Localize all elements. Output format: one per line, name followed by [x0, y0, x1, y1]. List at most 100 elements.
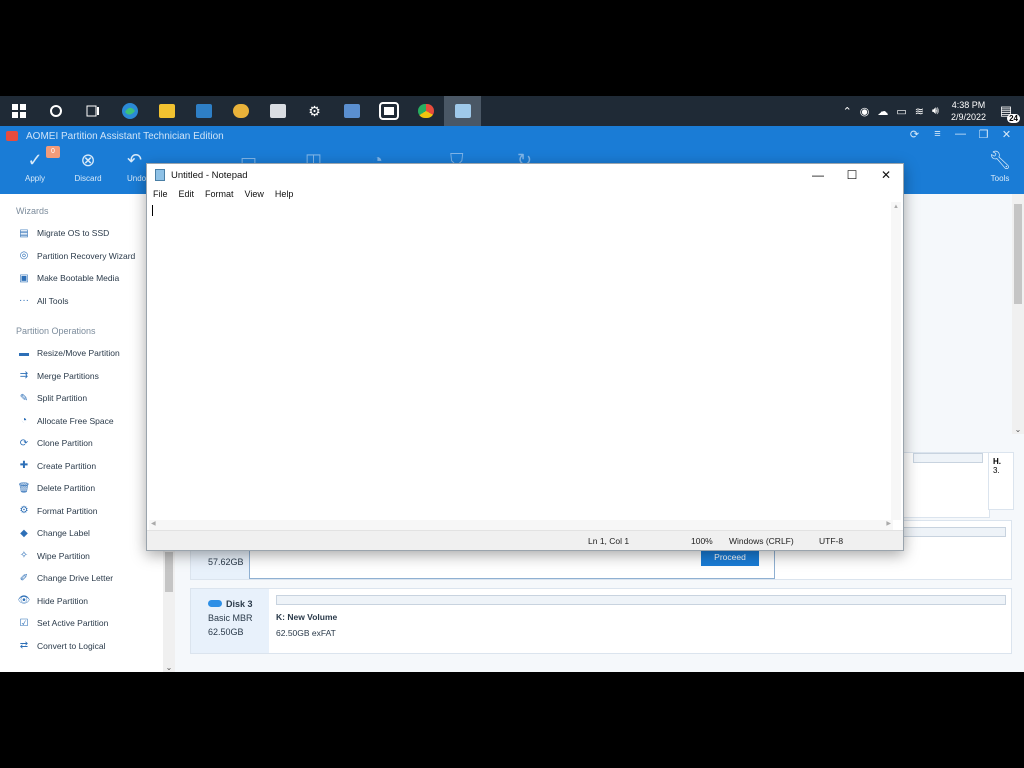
settings-gear-icon[interactable]: ⚙	[296, 96, 333, 126]
scrollbar-thumb[interactable]	[165, 552, 173, 592]
wifi-icon[interactable]: ≋	[915, 105, 924, 118]
sidebar-item-label: Migrate OS to SSD	[37, 228, 110, 239]
sidebar-item-label: Format Partition	[37, 505, 98, 516]
status-zoom: 100%	[691, 536, 713, 546]
menu-format[interactable]: Format	[205, 189, 234, 199]
chevron-down-icon[interactable]: ⌄	[1012, 425, 1024, 434]
tools-icon: 🔧︎	[988, 150, 1012, 170]
sidebar-item-label: Make Bootable Media	[37, 273, 120, 284]
disk-3-info: Disk 3 Basic MBR 62.50GB	[191, 589, 269, 653]
sidebar-item-label: Delete Partition	[37, 483, 96, 494]
menu-edit[interactable]: Edit	[179, 189, 195, 199]
hide-icon: 👁︎	[17, 595, 31, 607]
system-tray: ⌃ ◉ ☁ ▭ ≋ 🔊︎ 4:38 PM 2/9/2022 ▤ 24	[839, 96, 1024, 126]
clock-time: 4:38 PM	[951, 100, 986, 110]
text-caret	[152, 205, 153, 216]
status-encoding: UTF-8	[819, 536, 844, 546]
windows-start-icon[interactable]	[0, 96, 37, 126]
printer-icon[interactable]	[259, 96, 296, 126]
scroll-up-icon[interactable]: ▲	[891, 204, 901, 210]
apply-label: Apply	[24, 174, 45, 183]
scroll-left-icon[interactable]: ◀	[151, 520, 156, 527]
sidebar-item-set-active[interactable]: ☑ Set Active Partition	[0, 612, 174, 635]
undo-button[interactable]: ↶ Undo	[115, 146, 147, 183]
notepad-horizontal-scrollbar[interactable]: ◀ ▶	[149, 520, 893, 530]
proceed-button[interactable]: Proceed	[701, 549, 759, 566]
chrome-icon[interactable]	[407, 96, 444, 126]
aomei-logo-icon	[6, 131, 18, 141]
status-position: Ln 1, Col 1	[588, 536, 630, 546]
clock-date: 2/9/2022	[950, 112, 986, 122]
minimize-icon[interactable]: —	[801, 164, 835, 186]
app-icon[interactable]	[333, 96, 370, 126]
pending-badge: 0	[46, 146, 60, 158]
disk-3-row[interactable]: Disk 3 Basic MBR 62.50GB K: New Volume 6…	[190, 588, 1012, 654]
restore-icon[interactable]: ❐	[972, 128, 995, 141]
sidebar-item-label: Set Active Partition	[37, 618, 109, 629]
side-disk-card[interactable]: H. 3.	[988, 452, 1014, 510]
sidebar-item-label: Change Label	[37, 528, 90, 539]
desktop-screen: ⚙ ⌃ ◉ ☁ ▭ ≋ 🔊︎ 4:38 PM 2/9/2022 ▤ 24 AOME…	[0, 96, 1024, 672]
notepad-title: Untitled - Notepad	[171, 169, 248, 181]
clock[interactable]: 4:38 PM 2/9/2022	[951, 99, 986, 123]
menu-view[interactable]: View	[245, 189, 264, 199]
sidebar-item-label: Change Drive Letter	[37, 573, 114, 584]
close-icon[interactable]: ✕	[869, 164, 903, 186]
menu-file[interactable]: File	[153, 189, 168, 199]
scroll-right-icon[interactable]: ▶	[886, 520, 891, 527]
convert-icon: ⇄	[19, 640, 29, 652]
notepad-text-area[interactable]	[149, 202, 891, 520]
task-view-icon[interactable]	[74, 96, 111, 126]
update-icon[interactable]: ◉	[860, 105, 870, 118]
discard-button[interactable]: ⊗ Discard	[63, 146, 113, 183]
undo-icon: ↶	[127, 150, 143, 170]
chevron-down-icon[interactable]: ⌄	[163, 663, 175, 672]
network-icon[interactable]: ▭	[896, 105, 906, 118]
tag-icon: ◆	[20, 527, 28, 539]
side-card-line2: 3.	[993, 466, 1000, 475]
wipe-icon: ✧	[19, 550, 29, 562]
photos-icon[interactable]	[185, 96, 222, 126]
sidebar-item-label: Allocate Free Space	[37, 415, 114, 426]
close-icon[interactable]: ✕	[995, 128, 1018, 141]
minimize-icon[interactable]: —	[949, 128, 972, 141]
more-icon: ···	[19, 295, 29, 307]
chevron-up-icon[interactable]: ⌃	[843, 105, 852, 118]
file-explorer-icon[interactable]	[148, 96, 185, 126]
notepad-window-controls: — ☐ ✕	[801, 164, 903, 186]
refresh-icon[interactable]: ⟳	[903, 128, 926, 141]
sidebar-item-label: All Tools	[37, 295, 69, 306]
disk-3-type: Basic MBR	[208, 613, 253, 623]
scrollbar-thumb[interactable]	[1014, 204, 1022, 304]
sidebar-item-hide[interactable]: 👁︎ Hide Partition	[0, 590, 174, 613]
chrome-canary-icon[interactable]	[222, 96, 259, 126]
sidebar-item-drive-letter[interactable]: ✐ Change Drive Letter	[0, 567, 174, 590]
sidebar-item-convert-logical[interactable]: ⇄ Convert to Logical	[0, 635, 174, 658]
disk-3-name: Disk 3	[208, 597, 269, 611]
camera-icon[interactable]	[370, 96, 407, 126]
notification-icon[interactable]: ▤ 24	[994, 101, 1020, 123]
notepad-vertical-scrollbar[interactable]: ▲	[891, 202, 901, 520]
sidebar-scrollbar[interactable]: ⌄	[163, 546, 175, 672]
sidebar-item-label: Partition Recovery Wizard	[37, 250, 136, 261]
content-scrollbar[interactable]: ⌄	[1012, 194, 1024, 434]
search-icon[interactable]	[37, 96, 74, 126]
tools-button[interactable]: 🔧︎ Tools	[975, 146, 1024, 183]
resize-icon: ▬	[19, 347, 29, 359]
recovery-icon: ◎	[19, 250, 29, 262]
disk-3-size: 62.50GB	[208, 627, 244, 637]
menu-icon[interactable]: ≡	[926, 128, 949, 141]
volume-icon[interactable]: 🔊︎	[932, 105, 939, 118]
volume-detail: 62.50GB exFAT	[276, 628, 336, 638]
discard-label: Discard	[74, 174, 102, 183]
notepad-icon[interactable]	[444, 96, 481, 126]
disk-icon	[208, 600, 222, 607]
menu-help[interactable]: Help	[275, 189, 294, 199]
volume-k[interactable]: K: New Volume 62.50GB exFAT	[276, 609, 337, 641]
clone-icon: ⟳	[19, 437, 29, 449]
maximize-icon[interactable]: ☐	[835, 164, 869, 186]
edge-icon[interactable]	[111, 96, 148, 126]
sidebar-item-label: Clone Partition	[37, 438, 93, 449]
cloud-icon[interactable]: ☁	[877, 105, 888, 118]
apply-button[interactable]: ✓ Apply 0	[10, 146, 60, 183]
